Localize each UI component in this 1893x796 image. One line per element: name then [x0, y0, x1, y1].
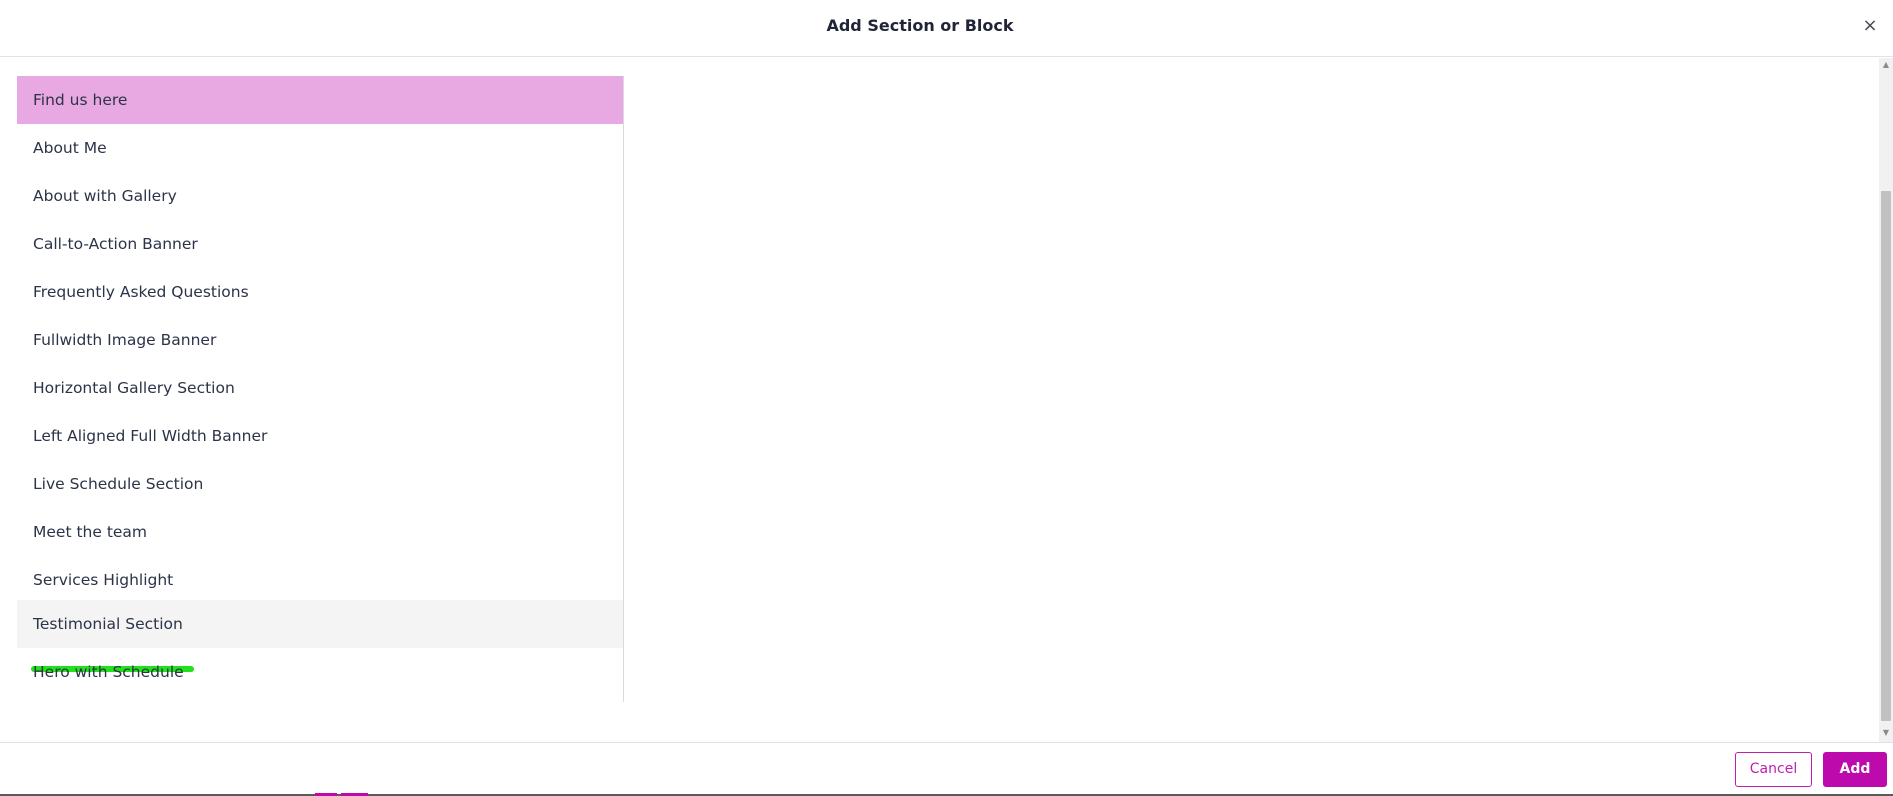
list-item-fullwidth-image-banner[interactable]: Fullwidth Image Banner: [17, 316, 623, 364]
cancel-button[interactable]: Cancel: [1735, 752, 1812, 787]
section-list: Find us here About Me About with Gallery…: [17, 76, 624, 702]
dialog-body: Find us here About Me About with Gallery…: [0, 58, 1893, 742]
dialog-header: Add Section or Block ×: [0, 0, 1893, 57]
preview-pane: [625, 58, 1879, 742]
list-item-testimonial-section[interactable]: Testimonial Section: [17, 600, 623, 648]
list-item-about-with-gallery[interactable]: About with Gallery: [17, 172, 623, 220]
list-item-frequently-asked-questions[interactable]: Frequently Asked Questions: [17, 268, 623, 316]
dialog-title: Add Section or Block: [826, 16, 1014, 35]
vertical-scrollbar[interactable]: ▲ ▼: [1879, 58, 1893, 742]
scrollbar-thumb[interactable]: [1881, 191, 1891, 721]
list-item-left-aligned-full-width-banner[interactable]: Left Aligned Full Width Banner: [17, 412, 623, 460]
close-icon[interactable]: ×: [1860, 14, 1880, 38]
list-item-call-to-action-banner[interactable]: Call-to-Action Banner: [17, 220, 623, 268]
list-item-meet-the-team[interactable]: Meet the team: [17, 508, 623, 556]
dialog-footer: Cancel Add: [0, 742, 1893, 796]
list-item-hero-with-schedule[interactable]: Hero with Schedule: [17, 648, 623, 696]
list-item-live-schedule-section[interactable]: Live Schedule Section: [17, 460, 623, 508]
scroll-up-icon[interactable]: ▲: [1879, 58, 1893, 72]
scroll-down-icon[interactable]: ▼: [1879, 726, 1893, 740]
list-item-services-highlight[interactable]: Services Highlight: [17, 556, 623, 604]
add-button[interactable]: Add: [1823, 752, 1887, 787]
add-section-dialog: Add Section or Block × Find us here Abou…: [0, 0, 1893, 796]
list-item-find-us-here[interactable]: Find us here: [17, 76, 623, 124]
list-item-about-me[interactable]: About Me: [17, 124, 623, 172]
list-item-horizontal-gallery-section[interactable]: Horizontal Gallery Section: [17, 364, 623, 412]
